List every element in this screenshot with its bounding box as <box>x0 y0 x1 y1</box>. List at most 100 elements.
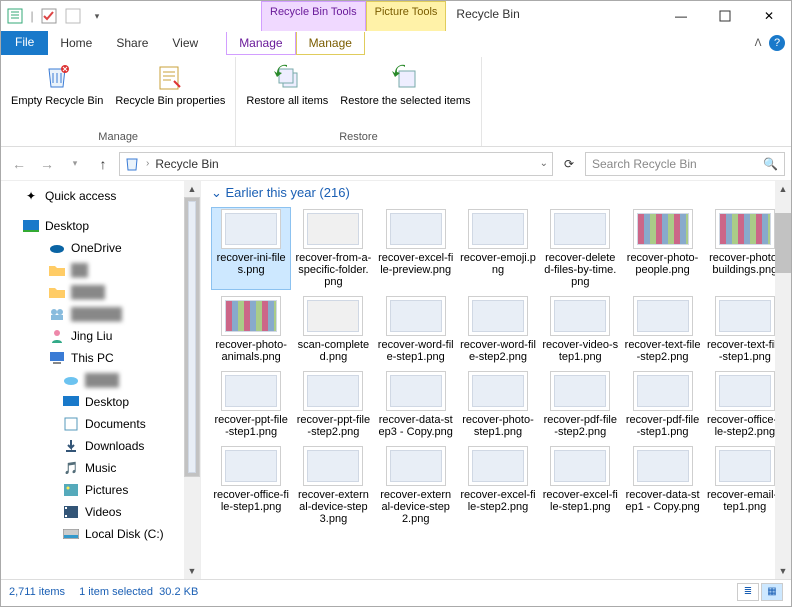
nav-videos[interactable]: Videos <box>1 501 200 523</box>
restore-selected-icon <box>389 61 421 93</box>
file-item[interactable]: recover-external-device-step3.png <box>293 444 373 527</box>
scroll-up-icon[interactable]: ▲ <box>184 181 200 197</box>
pc-icon <box>49 350 65 366</box>
address-dropdown-icon[interactable]: ⌄ <box>540 158 548 169</box>
address-bar[interactable]: › Recycle Bin ⌄ <box>119 152 553 176</box>
file-item[interactable]: recover-pdf-file-step1.png <box>622 369 702 440</box>
back-button[interactable]: ← <box>7 152 31 176</box>
home-tab[interactable]: Home <box>48 32 104 54</box>
file-thumbnail <box>468 209 528 249</box>
file-name-label: recover-external-device-step2.png <box>378 489 454 525</box>
file-item[interactable]: recover-excel-file-step1.png <box>540 444 620 527</box>
manage-tab-picture[interactable]: Manage <box>296 32 365 55</box>
file-item[interactable]: recover-deleted-files-by-time.png <box>540 207 620 290</box>
help-icon[interactable]: ? <box>769 35 785 51</box>
tool-tab-picture[interactable]: Picture Tools <box>366 1 447 31</box>
qat-checkbox-icon[interactable] <box>39 6 59 26</box>
view-tab[interactable]: View <box>160 32 210 54</box>
nav-quick-access[interactable]: ✦Quick access <box>1 185 200 207</box>
empty-recycle-bin-button[interactable]: Empty Recycle Bin <box>7 59 107 109</box>
collapse-ribbon-icon[interactable]: ᐱ <box>751 38 765 49</box>
qat-default-icon[interactable] <box>5 6 25 26</box>
file-item[interactable]: recover-photo-step1.png <box>458 369 538 440</box>
file-item[interactable]: scan-completed.png <box>293 294 373 365</box>
minimize-button[interactable]: — <box>659 1 703 31</box>
file-item[interactable]: recover-photo-people.png <box>622 207 702 290</box>
file-item[interactable]: recover-office-file-step1.png <box>211 444 291 527</box>
nav-homegroup[interactable]: ██████ <box>1 303 200 325</box>
manage-tab-recyclebin[interactable]: Manage <box>226 32 295 55</box>
nav-scrollbar[interactable]: ▲ ▼ <box>184 181 200 579</box>
nav-desktop-2[interactable]: Desktop <box>1 391 200 413</box>
scroll-down-icon[interactable]: ▼ <box>184 563 200 579</box>
file-item[interactable]: recover-excel-file-preview.png <box>376 207 456 290</box>
nav-folder-1[interactable]: ██ <box>1 259 200 281</box>
restore-all-label: Restore all items <box>246 95 328 107</box>
nav-user[interactable]: Jing Liu <box>1 325 200 347</box>
file-item[interactable]: recover-ini-files.png <box>211 207 291 290</box>
file-item[interactable]: recover-photo-animals.png <box>211 294 291 365</box>
nav-local-disk-c[interactable]: Local Disk (C:) <box>1 523 200 545</box>
file-item[interactable]: recover-text-file-step2.png <box>622 294 702 365</box>
breadcrumb-location[interactable]: Recycle Bin <box>155 157 218 171</box>
qat-blank-icon[interactable] <box>63 6 83 26</box>
cloud-drive-icon <box>63 372 79 388</box>
file-name-label: recover-from-a-specific-folder.png <box>295 252 371 288</box>
file-item[interactable]: recover-text-file-step1.png <box>705 294 785 365</box>
desktop-icon <box>23 218 39 234</box>
nav-onedrive[interactable]: OneDrive <box>1 237 200 259</box>
file-name-label: recover-pdf-file-step1.png <box>624 414 700 438</box>
file-item[interactable]: recover-emoji.png <box>458 207 538 290</box>
file-tab[interactable]: File <box>1 31 48 55</box>
nav-music[interactable]: 🎵Music <box>1 457 200 479</box>
close-button[interactable]: ✕ <box>747 1 791 31</box>
details-view-button[interactable]: ≣ <box>737 583 759 601</box>
nav-folder-2[interactable]: ████ <box>1 281 200 303</box>
nav-desktop[interactable]: Desktop <box>1 215 200 237</box>
nav-this-pc[interactable]: This PC <box>1 347 200 369</box>
file-item[interactable]: recover-excel-file-step2.png <box>458 444 538 527</box>
nav-pictures[interactable]: Pictures <box>1 479 200 501</box>
thumbnails-view-button[interactable]: ▦ <box>761 583 783 601</box>
file-item[interactable]: recover-pdf-file-step2.png <box>540 369 620 440</box>
content-scrollbar-thumb[interactable] <box>775 213 791 273</box>
nav-downloads[interactable]: Downloads <box>1 435 200 457</box>
file-item[interactable]: recover-ppt-file-step2.png <box>293 369 373 440</box>
restore-all-button[interactable]: Restore all items <box>242 59 332 109</box>
scroll-up-icon[interactable]: ▲ <box>775 181 791 197</box>
file-item[interactable]: recover-data-step1 - Copy.png <box>622 444 702 527</box>
nav-cloud[interactable]: ████ <box>1 369 200 391</box>
search-box[interactable]: Search Recycle Bin 🔍 <box>585 152 785 176</box>
file-item[interactable]: recover-data-step3 - Copy.png <box>376 369 456 440</box>
nav-desktop-label: Desktop <box>45 219 89 233</box>
nav-scrollbar-thumb[interactable] <box>184 197 200 477</box>
restore-selected-button[interactable]: Restore the selected items <box>336 59 474 109</box>
refresh-button[interactable]: ⟳ <box>557 152 581 176</box>
file-item[interactable]: recover-photo-buildings.png <box>705 207 785 290</box>
qat-dropdown-icon[interactable]: ▾ <box>87 6 107 26</box>
file-item[interactable]: recover-from-a-specific-folder.png <box>293 207 373 290</box>
content-scrollbar[interactable]: ▲ ▼ <box>775 181 791 579</box>
file-item[interactable]: recover-word-file-step2.png <box>458 294 538 365</box>
file-name-label: recover-email-step1.png <box>707 489 783 513</box>
share-tab[interactable]: Share <box>104 32 160 54</box>
tool-tab-recyclebin[interactable]: Recycle Bin Tools <box>261 1 366 31</box>
file-name-label: recover-data-step3 - Copy.png <box>378 414 454 438</box>
group-header-label: Earlier this year (216) <box>226 185 350 200</box>
file-item[interactable]: recover-office-file-step2.png <box>705 369 785 440</box>
file-item[interactable]: recover-email-step1.png <box>705 444 785 527</box>
recent-locations-dropdown[interactable]: ▾ <box>63 152 87 176</box>
maximize-button[interactable] <box>703 1 747 31</box>
group-header[interactable]: ⌄ Earlier this year (216) <box>201 181 791 205</box>
breadcrumb-chevron-icon[interactable]: › <box>146 158 149 169</box>
scroll-down-icon[interactable]: ▼ <box>775 563 791 579</box>
recycle-bin-properties-button[interactable]: Recycle Bin properties <box>111 59 229 109</box>
file-item[interactable]: recover-video-step1.png <box>540 294 620 365</box>
file-name-label: recover-video-step1.png <box>542 339 618 363</box>
file-item[interactable]: recover-word-file-step1.png <box>376 294 456 365</box>
nav-documents[interactable]: Documents <box>1 413 200 435</box>
file-item[interactable]: recover-ppt-file-step1.png <box>211 369 291 440</box>
file-item[interactable]: recover-external-device-step2.png <box>376 444 456 527</box>
up-button[interactable]: ↑ <box>91 152 115 176</box>
forward-button[interactable]: → <box>35 152 59 176</box>
